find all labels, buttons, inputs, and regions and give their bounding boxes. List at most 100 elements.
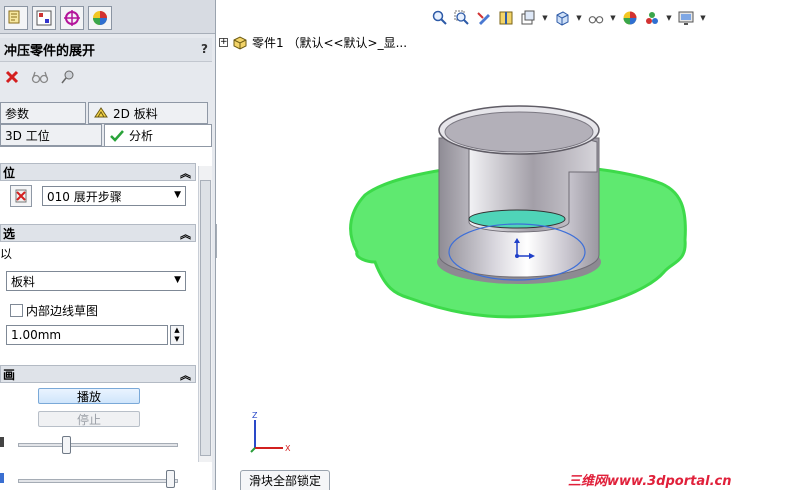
step-combobox[interactable]: 010 展开步骤 ▼: [42, 186, 186, 206]
tab-3d-station-label: 3D 工位: [5, 128, 50, 143]
panel-title-bar: 冲压零件的展开 ?: [0, 38, 212, 62]
close-icon: [5, 70, 19, 84]
step-select-button[interactable]: [10, 185, 32, 207]
chevron-down-icon[interactable]: ▼: [576, 10, 582, 26]
thickness-input[interactable]: 1.00mm: [6, 325, 168, 345]
graphics-area[interactable]: Z X: [217, 0, 798, 490]
panel-title: 冲压零件的展开: [4, 44, 96, 59]
view-orientation-icon: [521, 10, 535, 25]
panel-actions: [2, 66, 78, 88]
collapse-icon: ︽: [180, 369, 191, 382]
scrollbar-thumb[interactable]: [200, 180, 211, 456]
checkmark-icon: [110, 129, 124, 142]
color-wheel-icon: [93, 11, 107, 25]
panel-scrollbar[interactable]: [198, 166, 212, 462]
tab-analysis[interactable]: 分析: [104, 124, 212, 146]
scene-button[interactable]: [644, 10, 660, 26]
tab-parameters-label: 参数: [5, 106, 30, 121]
chevron-down-icon[interactable]: ▼: [700, 10, 706, 26]
pen-icon: [477, 12, 490, 25]
tab-parameters[interactable]: 参数: [0, 102, 86, 124]
cube-icon: [556, 11, 569, 26]
expand-icon[interactable]: +: [219, 38, 228, 47]
display-style-button[interactable]: [554, 10, 570, 26]
configuration-tab[interactable]: [60, 6, 84, 30]
cancel-button[interactable]: [2, 67, 22, 87]
scene-icon: [646, 12, 658, 24]
feature-tree-tab[interactable]: [4, 6, 28, 30]
thickness-stepper[interactable]: ▲ ▼: [170, 325, 184, 345]
stop-label: 停止: [76, 412, 101, 427]
thickness-value: 1.00mm: [11, 328, 62, 342]
panel-content: 位 ︽ 010 展开步骤 ▼ 选 ︽ 以 板料 ▼ 内部边线草图 1.00mm …: [0, 146, 212, 490]
watermark-logo: 三维网www.3dportal.cn: [568, 474, 732, 489]
glasses-icon: [588, 16, 604, 24]
material-value: 板料: [11, 274, 36, 289]
chevron-down-icon[interactable]: ▼: [610, 10, 616, 26]
tooltip: 滑块全部锁定: [240, 470, 331, 490]
hide-show-button[interactable]: [588, 10, 604, 26]
property-manager: 冲压零件的展开 ? 参数 2D 板料 3D 工位 分析 位 ︽ 010 展开步骤…: [0, 0, 216, 490]
feature-tree-icon: [8, 10, 20, 24]
property-manager-tab[interactable]: [32, 6, 56, 30]
chevron-down-icon: ▼: [174, 190, 181, 200]
pushpin-button[interactable]: [58, 67, 78, 87]
group-title-position: 位: [3, 165, 16, 180]
crosshair-icon: [64, 10, 80, 26]
play-label: 播放: [76, 389, 101, 404]
step-reset-icon: [15, 189, 27, 203]
zoom-fit-icon: [432, 10, 447, 25]
appearance-button[interactable]: [622, 10, 638, 26]
group-header-position[interactable]: 位 ︽: [0, 163, 196, 181]
chevron-down-icon: ▼: [174, 275, 181, 285]
sheet-metal-icon: [94, 107, 108, 118]
zoom-area-icon: [454, 10, 469, 25]
collapse-icon: ︽: [180, 167, 191, 180]
group-title-selection: 选: [3, 226, 16, 241]
part-icon: [233, 35, 247, 50]
selection-sub-label: 以: [0, 247, 13, 261]
play-button[interactable]: 播放: [38, 388, 140, 404]
previous-view-button[interactable]: [476, 10, 492, 26]
pushpin-icon: [61, 70, 74, 84]
group-title-animation: 画: [3, 367, 16, 382]
section-view-button[interactable]: [498, 10, 514, 26]
step-value: 010 展开步骤: [47, 189, 122, 204]
help-button[interactable]: ?: [201, 42, 208, 56]
group-header-selection[interactable]: 选 ︽: [0, 224, 196, 242]
flyout-feature-tree: + 零件1 （默认<<默认>_显...: [219, 34, 407, 51]
view-toolbar: ▼ ▼ ▼ ▼ ▼: [432, 8, 706, 28]
stop-button[interactable]: 停止: [38, 411, 140, 427]
property-icon: [36, 10, 52, 26]
speed-slider-track[interactable]: [18, 443, 178, 447]
speed-slider-thumb[interactable]: [62, 436, 71, 454]
frame-slider-thumb[interactable]: [166, 470, 175, 488]
material-combobox[interactable]: 板料 ▼: [6, 271, 186, 291]
cup-top-opening: [444, 111, 594, 153]
chevron-down-icon[interactable]: ▼: [666, 10, 672, 26]
inner-edge-checkbox[interactable]: [10, 304, 23, 317]
inner-edge-label: 内部边线草图: [26, 304, 99, 318]
svg-text:Z: Z: [252, 411, 258, 420]
color-ball-icon: [623, 11, 637, 25]
appearance-tab[interactable]: [88, 6, 112, 30]
view-orientation-button[interactable]: [520, 10, 536, 26]
view-settings-button[interactable]: [678, 10, 694, 26]
section-view-icon: [499, 11, 513, 25]
monitor-icon: [678, 11, 694, 25]
tab-3d-station[interactable]: 3D 工位: [0, 124, 102, 146]
model-viewport: Z X: [250, 105, 687, 453]
zoom-area-button[interactable]: [454, 10, 470, 26]
feature-manager-tabs: [0, 0, 215, 34]
tab-analysis-label: 分析: [129, 129, 154, 143]
tab-2d-blank[interactable]: 2D 板料: [88, 102, 208, 124]
tree-root-label[interactable]: 零件1 （默认<<默认>_显...: [252, 34, 407, 51]
preview-button[interactable]: [30, 67, 50, 87]
frame-slider-track[interactable]: [18, 479, 178, 483]
chevron-down-icon[interactable]: ▼: [542, 10, 548, 26]
zoom-to-fit-button[interactable]: [432, 10, 448, 26]
slider-marker: [0, 437, 4, 447]
group-header-animation[interactable]: 画 ︽: [0, 365, 196, 383]
svg-text:X: X: [285, 444, 291, 453]
glasses-icon: [31, 71, 49, 84]
